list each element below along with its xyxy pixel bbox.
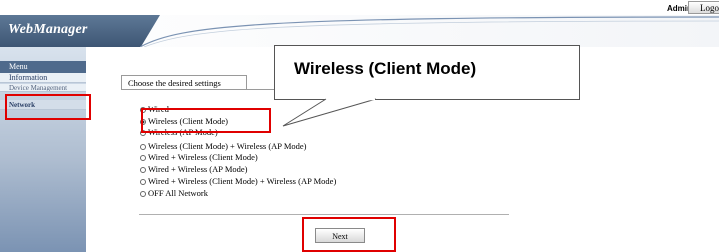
radio-icon[interactable] [140,155,146,161]
tab-choose-settings[interactable]: Choose the desired settings [121,75,247,89]
option-label: Wired + Wireless (Client Mode) + Wireles… [148,176,337,186]
sidebar-item-device-management[interactable]: Device Management [0,84,86,92]
radio-icon[interactable] [140,144,146,150]
callout-text: Wireless (Client Mode) [294,59,477,78]
radio-icon[interactable] [140,191,146,197]
option-wired-wireless-client[interactable]: Wired + Wireless (Client Mode) [140,152,258,162]
top-bar: Admin Logout [0,0,719,15]
option-label: Wired + Wireless (Client Mode) [148,152,258,162]
option-wireless-client-ap[interactable]: Wireless (Client Mode) + Wireless (AP Mo… [140,141,307,151]
content-divider [139,214,509,215]
webmanager-logo: WebManager [8,22,88,37]
highlight-wireless-client-box [141,108,271,133]
option-wired-wireless-ap[interactable]: Wired + Wireless (AP Mode) [140,164,247,174]
header-swoosh-graphic [140,16,719,47]
sidebar-item-information[interactable]: Information [0,73,86,83]
option-off-all-network[interactable]: OFF All Network [140,188,208,198]
option-label: Wireless (Client Mode) + Wireless (AP Mo… [148,141,307,151]
highlight-network-box [5,94,91,120]
radio-icon[interactable] [140,167,146,173]
option-label: Wired + Wireless (AP Mode) [148,164,248,174]
logout-button[interactable]: Logout [688,1,719,14]
option-label: OFF All Network [148,188,208,198]
radio-icon[interactable] [140,179,146,185]
menu-title: Menu [0,61,86,73]
highlight-next-box [302,217,396,252]
option-wired-wireless-client-ap[interactable]: Wired + Wireless (Client Mode) + Wireles… [140,176,336,186]
